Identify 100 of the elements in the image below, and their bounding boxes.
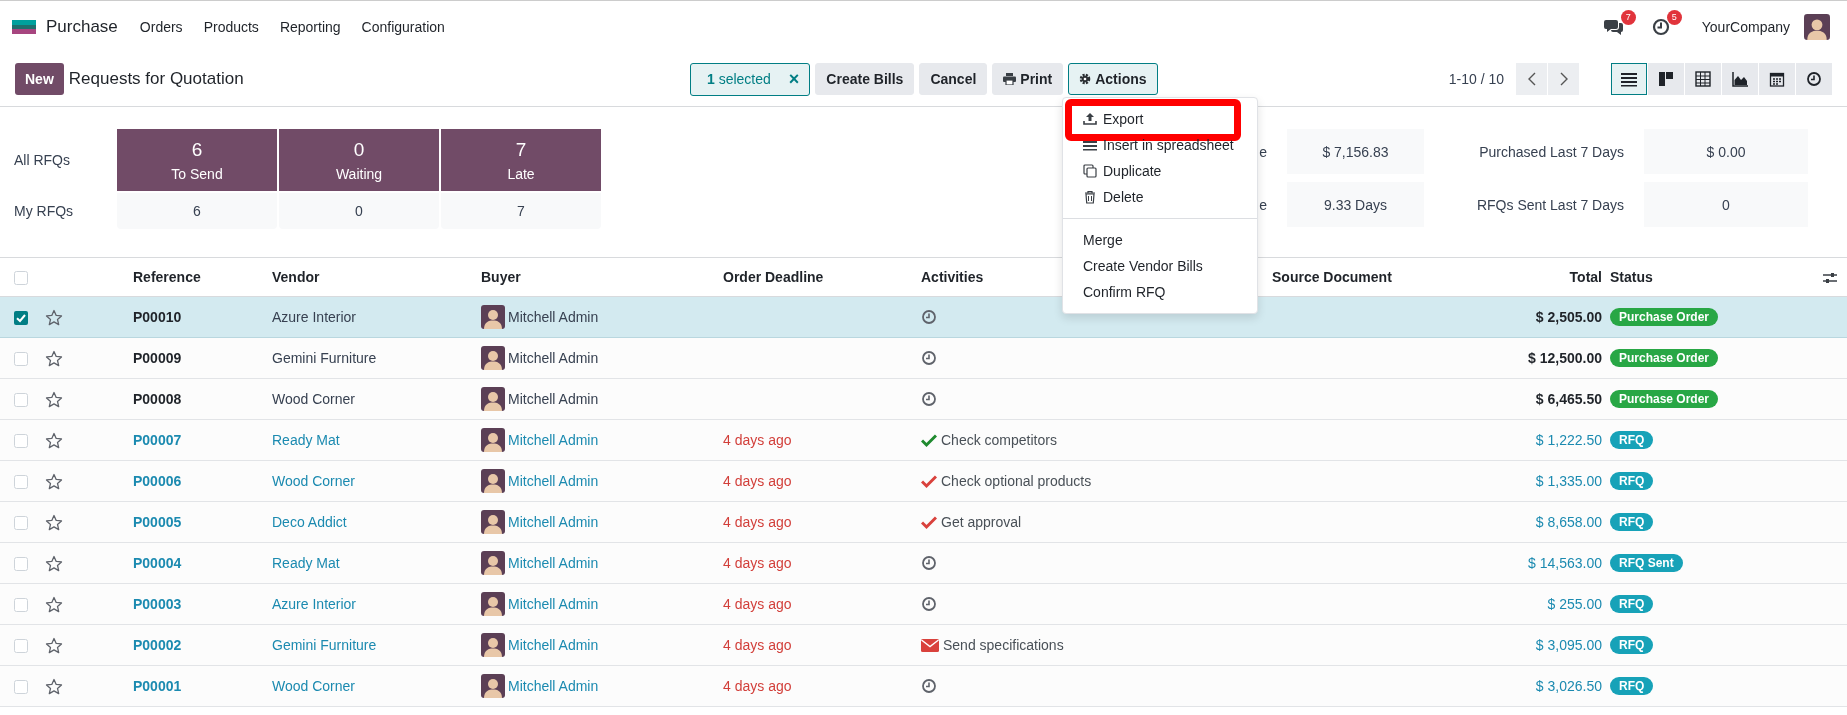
buyer-name: Mitchell Admin (508, 432, 599, 448)
column-header[interactable]: Order Deadline (723, 269, 824, 285)
column-header[interactable]: Source Document (1272, 269, 1392, 285)
menu-item[interactable]: Create Vendor Bills (1083, 258, 1203, 274)
menu-item[interactable]: Insert in spreadsheet (1103, 137, 1234, 153)
area-chart-icon[interactable] (1732, 71, 1748, 87)
star-icon[interactable] (45, 636, 63, 654)
star-icon[interactable] (45, 595, 63, 613)
kanban-icon[interactable] (1658, 71, 1674, 87)
column-header[interactable]: Buyer (481, 269, 521, 285)
row-checkbox[interactable] (14, 557, 28, 572)
menu-item[interactable]: Duplicate (1103, 163, 1162, 179)
checkmark-icon[interactable] (921, 514, 937, 530)
stat-label: Waiting (335, 165, 383, 182)
row-checkbox[interactable] (14, 311, 28, 326)
buyer-name: Mitchell Admin (508, 350, 599, 366)
menu-item[interactable]: Configuration (361, 18, 445, 35)
menu-item[interactable]: Confirm RFQ (1083, 284, 1166, 300)
total-amount: $ 255.00 (1547, 596, 1602, 612)
clock-icon[interactable] (1651, 17, 1670, 36)
trash-icon[interactable] (1083, 190, 1097, 204)
printer-icon (1003, 73, 1017, 85)
row-checkbox[interactable] (14, 475, 28, 490)
menu-item[interactable]: Export (1103, 111, 1144, 127)
clock-icon[interactable] (1806, 71, 1822, 87)
chevron-right-icon (1559, 72, 1568, 86)
clock-icon[interactable] (921, 555, 937, 571)
stat-cell[interactable]: 6 (117, 193, 277, 229)
vendor-name: Deco Addict (272, 514, 347, 530)
menu-item[interactable]: Reporting (279, 18, 341, 35)
stat-label: e (1259, 143, 1267, 160)
row-checkbox[interactable] (14, 598, 28, 613)
notification-badge: 7 (1620, 9, 1636, 25)
app-name[interactable]: Purchase (46, 16, 118, 37)
row-checkbox[interactable] (14, 434, 28, 449)
clear-selection-button[interactable]: × (788, 68, 800, 90)
row-checkbox[interactable] (14, 393, 28, 408)
stat-tile[interactable]: 0 Waiting (279, 129, 439, 191)
row-checkbox[interactable] (14, 680, 28, 695)
row-checkbox[interactable] (14, 352, 28, 367)
list-icon[interactable] (1621, 71, 1637, 87)
vendor-name: Wood Corner (272, 391, 355, 407)
star-icon[interactable] (45, 431, 63, 449)
menu-item[interactable]: Delete (1103, 189, 1144, 205)
stat-value: $ 7,156.83 (1287, 129, 1424, 174)
action-button[interactable]: Actions (1068, 63, 1158, 95)
clock-icon[interactable] (921, 596, 937, 612)
deadline-text: 4 days ago (723, 555, 792, 571)
column-header[interactable]: Status (1610, 269, 1653, 285)
copy-icon[interactable] (1083, 164, 1097, 178)
reference-text: P00008 (133, 391, 182, 407)
company-switcher[interactable]: YourCompany (1701, 18, 1790, 35)
calendar-icon[interactable] (1769, 71, 1785, 87)
action-button[interactable]: Create Bills (815, 63, 915, 95)
vendor-name: Wood Corner (272, 678, 355, 694)
row-checkbox[interactable] (14, 639, 28, 654)
total-amount: $ 1,222.50 (1535, 432, 1602, 448)
star-icon[interactable] (45, 349, 63, 367)
checkmark-icon[interactable] (921, 432, 937, 448)
column-header[interactable]: Activities (921, 269, 984, 285)
action-button[interactable]: Print (992, 63, 1064, 95)
stat-tile[interactable]: 7 Late (441, 129, 601, 191)
star-icon[interactable] (45, 390, 63, 408)
menu-item[interactable]: Products (203, 18, 259, 35)
grid-icon[interactable] (1695, 71, 1711, 87)
row-checkbox[interactable] (14, 516, 28, 531)
avatar[interactable] (1804, 13, 1830, 40)
vendor-name: Ready Mat (272, 432, 340, 448)
clock-icon[interactable] (921, 391, 937, 407)
menu-item[interactable]: Orders (139, 18, 183, 35)
column-header[interactable]: Total (1569, 269, 1602, 285)
avatar (481, 674, 505, 698)
star-icon[interactable] (45, 472, 63, 490)
lines-icon[interactable] (1083, 138, 1097, 152)
app-logo-icon[interactable] (12, 19, 36, 34)
menu-item[interactable]: Merge (1083, 232, 1123, 248)
stat-cell[interactable]: 7 (441, 193, 601, 229)
clock-icon[interactable] (921, 350, 937, 366)
star-icon[interactable] (45, 513, 63, 531)
upload-icon[interactable] (1083, 112, 1097, 126)
checkmark-icon[interactable] (921, 473, 937, 489)
activity-text: Get approval (941, 514, 1022, 530)
envelope-icon[interactable] (921, 637, 939, 653)
select-all-checkbox[interactable] (14, 271, 28, 286)
star-icon[interactable] (45, 308, 63, 326)
sliders-icon[interactable] (1823, 272, 1837, 285)
buyer-name: Mitchell Admin (508, 309, 599, 325)
action-button[interactable]: Cancel (919, 63, 988, 95)
star-icon[interactable] (45, 554, 63, 572)
view-switch-button[interactable] (1611, 63, 1647, 95)
reference-text: P00007 (133, 432, 182, 448)
column-header[interactable]: Reference (133, 269, 201, 285)
stat-tile[interactable]: 6 To Send (117, 129, 277, 191)
column-header[interactable]: Vendor (272, 269, 320, 285)
star-icon[interactable] (45, 677, 63, 695)
stat-cell[interactable]: 0 (279, 193, 439, 229)
new-button[interactable]: New (15, 63, 64, 95)
chat-icon[interactable] (1603, 17, 1624, 36)
notification-badge: 5 (1666, 9, 1682, 25)
clock-icon[interactable] (921, 678, 937, 694)
